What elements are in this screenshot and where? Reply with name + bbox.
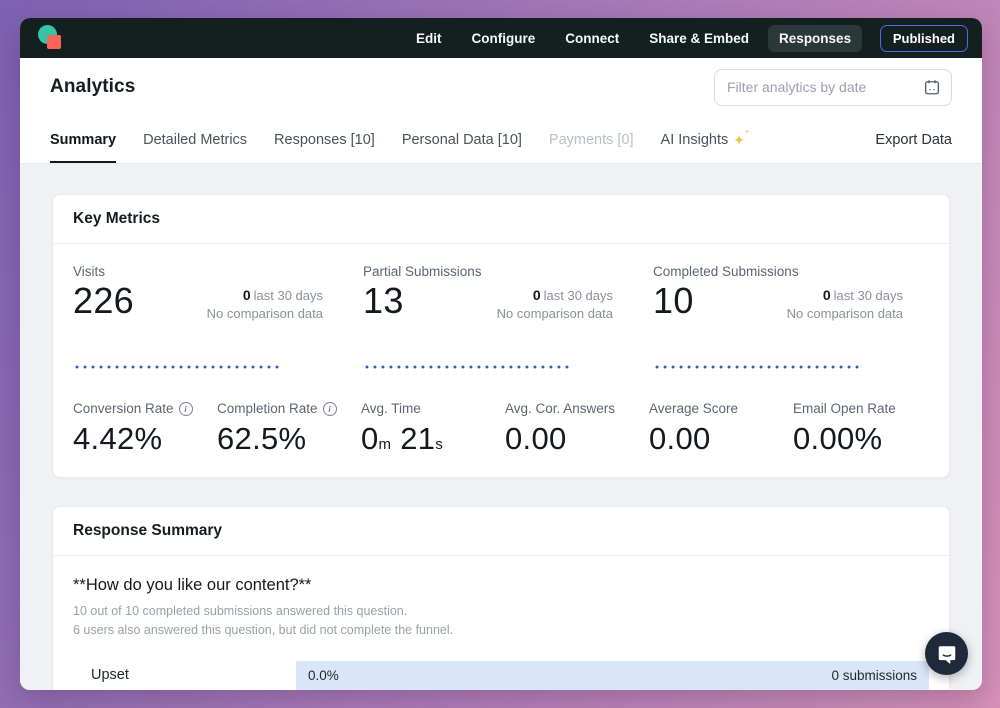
- response-summary-body: **How do you like our content?** 10 out …: [53, 556, 949, 690]
- metric-value: 10: [653, 281, 694, 321]
- tab-responses[interactable]: Responses [10]: [274, 116, 375, 163]
- metric-label: Visits: [73, 264, 349, 279]
- metric-label: Completed Submissions: [653, 264, 929, 279]
- metric-value: 226: [73, 281, 134, 321]
- metric-label: Completion Rate: [217, 401, 318, 416]
- comparison-note: No comparison data: [787, 306, 903, 321]
- response-summary-title: Response Summary: [53, 507, 949, 556]
- metric-delta: 0last 30 days No comparison data: [787, 281, 929, 321]
- delta-label: last 30 days: [544, 288, 613, 303]
- page-title: Analytics: [50, 76, 135, 98]
- response-summary-card: Response Summary **How do you like our c…: [52, 506, 950, 690]
- metric-completed-submissions: Completed Submissions 10 0last 30 days N…: [653, 264, 929, 369]
- nav-item-connect[interactable]: Connect: [554, 25, 630, 52]
- chat-bubble-icon: [936, 643, 958, 665]
- avg-time-minutes: 0: [361, 421, 379, 456]
- metric-label: Partial Submissions: [363, 264, 639, 279]
- delta-value: 0: [243, 287, 251, 303]
- delta-value: 0: [823, 287, 831, 303]
- visits-sparkline: [73, 365, 283, 369]
- date-filter-input[interactable]: [714, 69, 952, 106]
- chat-launcher-button[interactable]: [925, 632, 968, 675]
- key-metrics-title: Key Metrics: [53, 195, 949, 244]
- delta-value: 0: [533, 287, 541, 303]
- comparison-note: No comparison data: [497, 306, 613, 321]
- metric-value: 13: [363, 281, 404, 321]
- comparison-note: No comparison data: [207, 306, 323, 321]
- answer-bar: 0.0% 0 submissions: [296, 661, 929, 690]
- tab-summary[interactable]: Summary: [50, 116, 116, 163]
- metric-average-score: Average Score 0.00: [649, 401, 785, 457]
- metric-avg-time: Avg. Time 0m 21s: [361, 401, 497, 457]
- info-icon[interactable]: i: [323, 402, 337, 416]
- answer-submission-count: 0 submissions: [831, 668, 917, 683]
- nav-item-share-embed[interactable]: Share & Embed: [638, 25, 760, 52]
- tab-ai-insights[interactable]: AI Insights ✦: [661, 116, 745, 163]
- nav-item-configure[interactable]: Configure: [461, 25, 547, 52]
- answer-row-upset: Upset 0.0% 0 submissions: [73, 661, 929, 690]
- metric-label: Avg. Cor. Answers: [505, 401, 615, 416]
- question-subtext: 10 out of 10 completed submissions answe…: [73, 602, 929, 641]
- metrics-bottom-row: Conversion Rate i 4.42% Completion Rate i …: [73, 401, 929, 457]
- metric-value: 0.00%: [793, 421, 929, 457]
- avg-time-seconds-unit: s: [435, 436, 443, 453]
- app-logo-icon[interactable]: [38, 25, 64, 51]
- tab-personal-data[interactable]: Personal Data [10]: [402, 116, 522, 163]
- analytics-content: Key Metrics Visits 226 0last 30 days No …: [20, 164, 982, 690]
- metric-value: 62.5%: [217, 421, 353, 457]
- avg-time-seconds: 21: [400, 421, 435, 456]
- metric-value: 0.00: [649, 421, 785, 457]
- calendar-icon[interactable]: [923, 78, 941, 96]
- tab-payments[interactable]: Payments [0]: [549, 116, 634, 163]
- metric-label: Avg. Time: [361, 401, 421, 416]
- key-metrics-card: Key Metrics Visits 226 0last 30 days No …: [52, 194, 950, 478]
- metric-delta: 0last 30 days No comparison data: [207, 281, 349, 321]
- partial-submissions-sparkline: [363, 365, 573, 369]
- question-title: **How do you like our content?**: [73, 576, 929, 595]
- metrics-top-row: Visits 226 0last 30 days No comparison d…: [73, 264, 929, 369]
- analytics-tabbar: Summary Detailed Metrics Responses [10] …: [20, 116, 982, 164]
- tab-detailed-metrics[interactable]: Detailed Metrics: [143, 116, 247, 163]
- metric-label: Conversion Rate: [73, 401, 174, 416]
- metric-partial-submissions: Partial Submissions 13 0last 30 days No …: [363, 264, 639, 369]
- top-navbar: Edit Configure Connect Share & Embed Res…: [20, 18, 982, 58]
- avg-time-minutes-unit: m: [379, 436, 392, 453]
- nav-item-responses[interactable]: Responses: [768, 25, 862, 52]
- metric-label: Email Open Rate: [793, 401, 896, 416]
- logo-square: [47, 35, 61, 49]
- answer-option-label: Upset: [73, 667, 296, 683]
- navbar-menu: Edit Configure Connect Share & Embed Res…: [405, 25, 862, 52]
- metric-conversion-rate: Conversion Rate i 4.42%: [73, 401, 209, 457]
- metric-label: Average Score: [649, 401, 738, 416]
- metric-avg-cor-answers: Avg. Cor. Answers 0.00: [505, 401, 641, 457]
- tab-ai-insights-label: AI Insights: [661, 132, 729, 148]
- metric-value: 0.00: [505, 421, 641, 457]
- key-metrics-body: Visits 226 0last 30 days No comparison d…: [53, 244, 949, 477]
- metric-value: 0m 21s: [361, 421, 497, 457]
- question-subline-1: 10 out of 10 completed submissions answe…: [73, 602, 929, 621]
- nav-item-edit[interactable]: Edit: [405, 25, 453, 52]
- export-data-button[interactable]: Export Data: [875, 116, 952, 163]
- completed-submissions-sparkline: [653, 365, 863, 369]
- metric-completion-rate: Completion Rate i 62.5%: [217, 401, 353, 457]
- desktop-background: Edit Configure Connect Share & Embed Res…: [0, 0, 1000, 708]
- metric-value: 4.42%: [73, 421, 209, 457]
- info-icon[interactable]: i: [179, 402, 193, 416]
- metric-visits: Visits 226 0last 30 days No comparison d…: [73, 264, 349, 369]
- delta-label: last 30 days: [834, 288, 903, 303]
- metric-delta: 0last 30 days No comparison data: [497, 281, 639, 321]
- metric-email-open-rate: Email Open Rate 0.00%: [793, 401, 929, 457]
- delta-label: last 30 days: [254, 288, 323, 303]
- app-window: Edit Configure Connect Share & Embed Res…: [20, 18, 982, 690]
- answer-percent: 0.0%: [308, 668, 339, 683]
- page-header: Analytics: [20, 58, 982, 116]
- sparkle-icon: ✦: [733, 133, 745, 147]
- published-button[interactable]: Published: [880, 25, 968, 52]
- date-filter: [714, 69, 952, 106]
- question-subline-2: 6 users also answered this question, but…: [73, 621, 929, 640]
